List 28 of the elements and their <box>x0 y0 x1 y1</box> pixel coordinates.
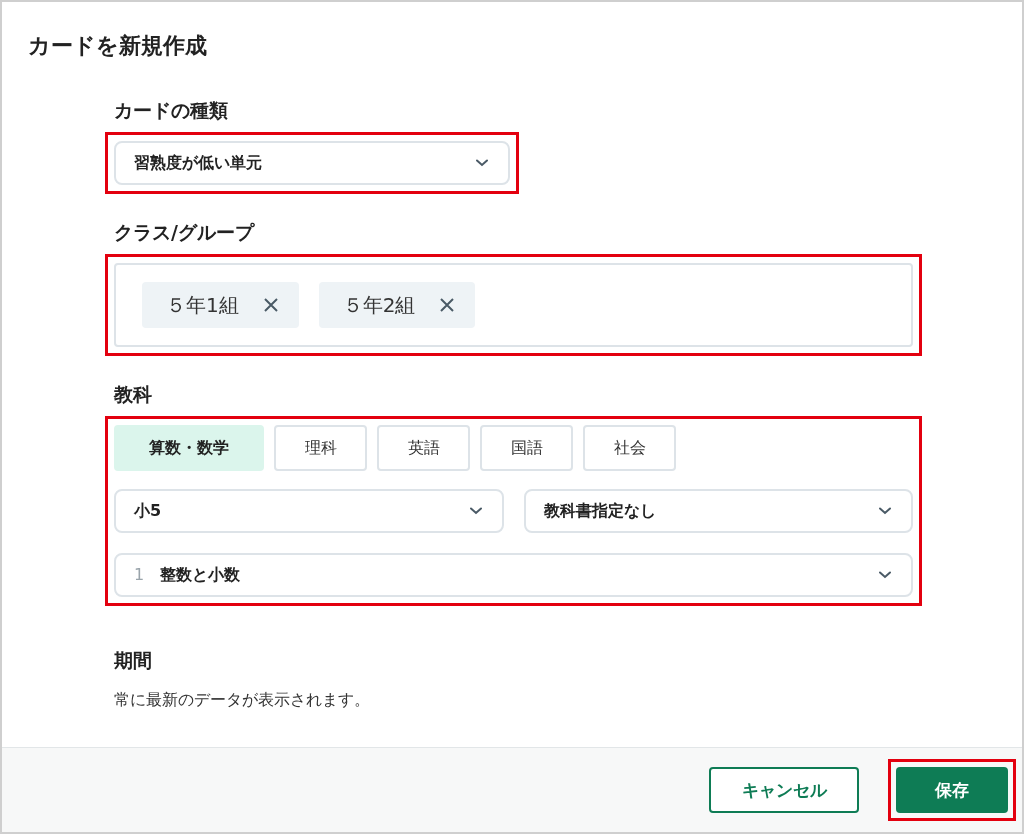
unit-number: 1 <box>134 564 145 584</box>
save-button[interactable]: 保存 <box>896 767 1008 813</box>
close-icon[interactable] <box>439 297 456 313</box>
card-type-dropdown[interactable]: 習熟度が低い単元 <box>114 141 510 185</box>
dropdown[interactable]: 教科書指定なし <box>523 489 913 533</box>
section-label: クラス/グループ <box>114 220 254 245</box>
section-label: 教科 <box>114 382 152 407</box>
section-label: カードの種類 <box>114 98 228 123</box>
chevron-down-icon <box>879 507 891 515</box>
period-description: 常に最新のデータが表示されます。 <box>114 689 371 711</box>
unit-dropdown[interactable]: 1 整数と小数 <box>114 553 913 597</box>
subject-tab[interactable]: 算数・数学 <box>114 425 264 471</box>
unit-name: 整数と小数 <box>160 564 241 584</box>
close-icon[interactable] <box>262 297 279 313</box>
dropdown[interactable]: 小5 <box>114 489 504 533</box>
subject-tab[interactable]: 理科 <box>274 425 367 471</box>
subject-tab[interactable]: 英語 <box>377 425 470 471</box>
chevron-down-icon <box>476 159 488 167</box>
class-group-field[interactable]: ５年1組 ５年2組 <box>114 263 913 347</box>
chip-label: ５年2組 <box>342 291 416 319</box>
chevron-down-icon <box>879 571 891 579</box>
section-label: 期間 <box>114 648 152 673</box>
chip-label: ５年1組 <box>166 291 239 319</box>
cancel-button[interactable]: キャンセル <box>709 767 859 813</box>
chevron-down-icon <box>469 507 482 515</box>
subject-tab[interactable]: 社会 <box>583 425 676 471</box>
dialog-title: カードを新規作成 <box>28 32 208 60</box>
subject-tab[interactable]: 国語 <box>480 425 573 471</box>
